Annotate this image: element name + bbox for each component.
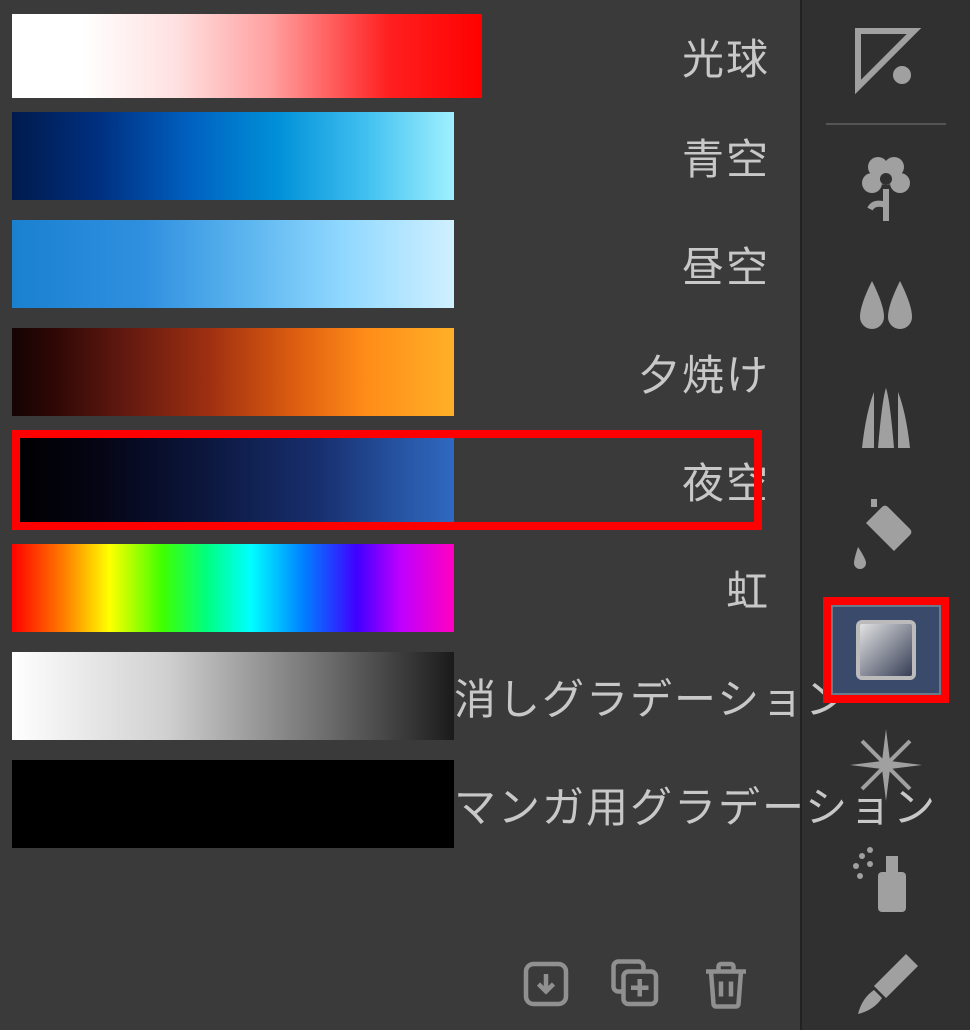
gradient-swatch [12, 112, 454, 200]
gradient-tool-icon[interactable] [831, 605, 941, 695]
gradient-label: 夜空 [454, 450, 792, 511]
panel-footer [12, 938, 792, 1030]
gradient-list: 光球 青空 昼空 夕焼け 夜空 虹 消しグラデーション [12, 10, 792, 938]
spray-tool-icon[interactable] [831, 836, 941, 925]
duplicate-icon[interactable] [606, 954, 666, 1014]
flower-tool-icon[interactable] [831, 145, 941, 234]
blur-tool-icon[interactable] [831, 260, 941, 349]
gradient-row-nightsky[interactable]: 夜空 [12, 426, 792, 534]
gradient-label: 青空 [454, 126, 792, 187]
tool-divider [826, 123, 946, 125]
gradient-label: 消しグラデーション [454, 666, 871, 727]
triangle-tool-icon[interactable] [831, 14, 941, 103]
gradient-row-rainbow[interactable]: 虹 [12, 534, 792, 642]
gradient-swatch [12, 436, 454, 524]
import-icon[interactable] [516, 954, 576, 1014]
gradient-row-manga[interactable]: マンガ用グラデーション [12, 750, 792, 858]
gradient-swatch [12, 760, 454, 848]
grass-tool-icon[interactable] [831, 375, 941, 464]
gradient-label: 光球 [482, 26, 792, 87]
gradient-preset-panel: 光球 青空 昼空 夕焼け 夜空 虹 消しグラデーション [0, 0, 800, 1030]
gradient-swatch [12, 544, 454, 632]
gradient-swatch [12, 328, 454, 416]
gradient-swatch [12, 220, 454, 308]
tool-palette [800, 0, 970, 1030]
bucket-tool-icon[interactable] [831, 490, 941, 579]
gradient-row-daysky[interactable]: 昼空 [12, 210, 792, 318]
gradient-row-bluesky[interactable]: 青空 [12, 102, 792, 210]
sparkle-tool-icon[interactable] [831, 721, 941, 810]
gradient-label: 夕焼け [454, 342, 792, 403]
trash-icon[interactable] [696, 954, 756, 1014]
gradient-label: 虹 [454, 558, 792, 619]
gradient-label: 昼空 [454, 234, 792, 295]
gradient-row-lightball[interactable]: 光球 [12, 10, 792, 102]
gradient-row-erase[interactable]: 消しグラデーション [12, 642, 792, 750]
brush-tool-icon[interactable] [831, 941, 941, 1030]
gradient-row-sunset[interactable]: 夕焼け [12, 318, 792, 426]
gradient-swatch [12, 652, 454, 740]
gradient-swatch [12, 14, 482, 98]
